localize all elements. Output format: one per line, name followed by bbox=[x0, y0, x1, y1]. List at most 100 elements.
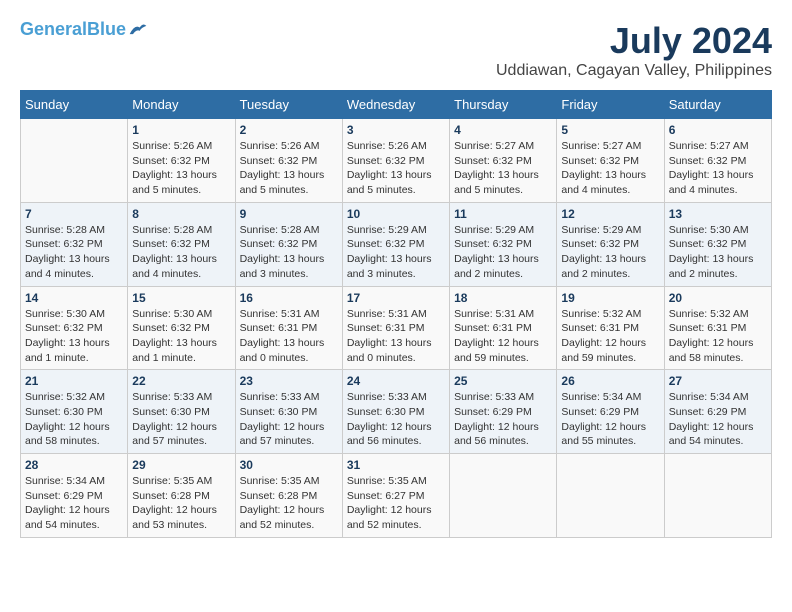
logo-text: GeneralBlue bbox=[20, 20, 126, 40]
calendar-cell: 21 Sunrise: 5:32 AMSunset: 6:30 PMDaylig… bbox=[21, 370, 128, 454]
main-title: July 2024 bbox=[496, 20, 772, 62]
day-info: Sunrise: 5:30 AMSunset: 6:32 PMDaylight:… bbox=[132, 307, 230, 366]
day-number: 19 bbox=[561, 291, 659, 305]
day-info: Sunrise: 5:35 AMSunset: 6:28 PMDaylight:… bbox=[132, 474, 230, 533]
day-number: 20 bbox=[669, 291, 767, 305]
day-number: 18 bbox=[454, 291, 552, 305]
calendar-cell bbox=[557, 454, 664, 538]
day-info: Sunrise: 5:26 AMSunset: 6:32 PMDaylight:… bbox=[347, 139, 445, 198]
week-row-2: 7 Sunrise: 5:28 AMSunset: 6:32 PMDayligh… bbox=[21, 202, 772, 286]
calendar-cell: 2 Sunrise: 5:26 AMSunset: 6:32 PMDayligh… bbox=[235, 119, 342, 203]
calendar-cell: 25 Sunrise: 5:33 AMSunset: 6:29 PMDaylig… bbox=[450, 370, 557, 454]
week-row-3: 14 Sunrise: 5:30 AMSunset: 6:32 PMDaylig… bbox=[21, 286, 772, 370]
day-number: 21 bbox=[25, 374, 123, 388]
day-info: Sunrise: 5:29 AMSunset: 6:32 PMDaylight:… bbox=[561, 223, 659, 282]
calendar-table: SundayMondayTuesdayWednesdayThursdayFrid… bbox=[20, 90, 772, 538]
day-info: Sunrise: 5:28 AMSunset: 6:32 PMDaylight:… bbox=[25, 223, 123, 282]
day-number: 28 bbox=[25, 458, 123, 472]
day-info: Sunrise: 5:29 AMSunset: 6:32 PMDaylight:… bbox=[347, 223, 445, 282]
day-info: Sunrise: 5:27 AMSunset: 6:32 PMDaylight:… bbox=[454, 139, 552, 198]
calendar-cell: 11 Sunrise: 5:29 AMSunset: 6:32 PMDaylig… bbox=[450, 202, 557, 286]
day-info: Sunrise: 5:35 AMSunset: 6:28 PMDaylight:… bbox=[240, 474, 338, 533]
day-number: 1 bbox=[132, 123, 230, 137]
day-info: Sunrise: 5:26 AMSunset: 6:32 PMDaylight:… bbox=[132, 139, 230, 198]
calendar-cell: 17 Sunrise: 5:31 AMSunset: 6:31 PMDaylig… bbox=[342, 286, 449, 370]
calendar-cell: 22 Sunrise: 5:33 AMSunset: 6:30 PMDaylig… bbox=[128, 370, 235, 454]
day-info: Sunrise: 5:34 AMSunset: 6:29 PMDaylight:… bbox=[25, 474, 123, 533]
day-info: Sunrise: 5:33 AMSunset: 6:30 PMDaylight:… bbox=[347, 390, 445, 449]
week-row-1: 1 Sunrise: 5:26 AMSunset: 6:32 PMDayligh… bbox=[21, 119, 772, 203]
day-info: Sunrise: 5:29 AMSunset: 6:32 PMDaylight:… bbox=[454, 223, 552, 282]
day-number: 24 bbox=[347, 374, 445, 388]
day-number: 13 bbox=[669, 207, 767, 221]
calendar-cell: 5 Sunrise: 5:27 AMSunset: 6:32 PMDayligh… bbox=[557, 119, 664, 203]
day-info: Sunrise: 5:31 AMSunset: 6:31 PMDaylight:… bbox=[240, 307, 338, 366]
day-info: Sunrise: 5:30 AMSunset: 6:32 PMDaylight:… bbox=[25, 307, 123, 366]
calendar-cell: 31 Sunrise: 5:35 AMSunset: 6:27 PMDaylig… bbox=[342, 454, 449, 538]
title-block: July 2024 Uddiawan, Cagayan Valley, Phil… bbox=[496, 20, 772, 80]
day-number: 23 bbox=[240, 374, 338, 388]
calendar-cell: 26 Sunrise: 5:34 AMSunset: 6:29 PMDaylig… bbox=[557, 370, 664, 454]
logo-bird-icon bbox=[128, 20, 148, 40]
day-info: Sunrise: 5:27 AMSunset: 6:32 PMDaylight:… bbox=[669, 139, 767, 198]
calendar-cell: 6 Sunrise: 5:27 AMSunset: 6:32 PMDayligh… bbox=[664, 119, 771, 203]
day-info: Sunrise: 5:31 AMSunset: 6:31 PMDaylight:… bbox=[347, 307, 445, 366]
calendar-cell: 10 Sunrise: 5:29 AMSunset: 6:32 PMDaylig… bbox=[342, 202, 449, 286]
calendar-cell: 19 Sunrise: 5:32 AMSunset: 6:31 PMDaylig… bbox=[557, 286, 664, 370]
day-info: Sunrise: 5:30 AMSunset: 6:32 PMDaylight:… bbox=[669, 223, 767, 282]
day-info: Sunrise: 5:31 AMSunset: 6:31 PMDaylight:… bbox=[454, 307, 552, 366]
day-number: 30 bbox=[240, 458, 338, 472]
day-info: Sunrise: 5:33 AMSunset: 6:30 PMDaylight:… bbox=[240, 390, 338, 449]
day-number: 7 bbox=[25, 207, 123, 221]
header-day-thursday: Thursday bbox=[450, 91, 557, 119]
day-number: 6 bbox=[669, 123, 767, 137]
header-day-sunday: Sunday bbox=[21, 91, 128, 119]
day-info: Sunrise: 5:34 AMSunset: 6:29 PMDaylight:… bbox=[669, 390, 767, 449]
day-info: Sunrise: 5:27 AMSunset: 6:32 PMDaylight:… bbox=[561, 139, 659, 198]
header-day-saturday: Saturday bbox=[664, 91, 771, 119]
day-info: Sunrise: 5:33 AMSunset: 6:29 PMDaylight:… bbox=[454, 390, 552, 449]
calendar-cell: 8 Sunrise: 5:28 AMSunset: 6:32 PMDayligh… bbox=[128, 202, 235, 286]
header-day-wednesday: Wednesday bbox=[342, 91, 449, 119]
day-info: Sunrise: 5:33 AMSunset: 6:30 PMDaylight:… bbox=[132, 390, 230, 449]
day-number: 15 bbox=[132, 291, 230, 305]
day-info: Sunrise: 5:32 AMSunset: 6:30 PMDaylight:… bbox=[25, 390, 123, 449]
calendar-cell: 15 Sunrise: 5:30 AMSunset: 6:32 PMDaylig… bbox=[128, 286, 235, 370]
day-info: Sunrise: 5:32 AMSunset: 6:31 PMDaylight:… bbox=[669, 307, 767, 366]
subtitle: Uddiawan, Cagayan Valley, Philippines bbox=[496, 62, 772, 80]
day-number: 8 bbox=[132, 207, 230, 221]
day-number: 5 bbox=[561, 123, 659, 137]
calendar-cell: 12 Sunrise: 5:29 AMSunset: 6:32 PMDaylig… bbox=[557, 202, 664, 286]
day-number: 4 bbox=[454, 123, 552, 137]
day-number: 16 bbox=[240, 291, 338, 305]
calendar-cell: 16 Sunrise: 5:31 AMSunset: 6:31 PMDaylig… bbox=[235, 286, 342, 370]
calendar-cell: 29 Sunrise: 5:35 AMSunset: 6:28 PMDaylig… bbox=[128, 454, 235, 538]
calendar-cell: 24 Sunrise: 5:33 AMSunset: 6:30 PMDaylig… bbox=[342, 370, 449, 454]
day-number: 29 bbox=[132, 458, 230, 472]
header-day-friday: Friday bbox=[557, 91, 664, 119]
day-number: 10 bbox=[347, 207, 445, 221]
calendar-cell bbox=[450, 454, 557, 538]
day-number: 12 bbox=[561, 207, 659, 221]
logo: GeneralBlue bbox=[20, 20, 148, 40]
header-row: SundayMondayTuesdayWednesdayThursdayFrid… bbox=[21, 91, 772, 119]
day-number: 22 bbox=[132, 374, 230, 388]
day-number: 26 bbox=[561, 374, 659, 388]
day-info: Sunrise: 5:28 AMSunset: 6:32 PMDaylight:… bbox=[132, 223, 230, 282]
calendar-cell: 13 Sunrise: 5:30 AMSunset: 6:32 PMDaylig… bbox=[664, 202, 771, 286]
calendar-cell: 4 Sunrise: 5:27 AMSunset: 6:32 PMDayligh… bbox=[450, 119, 557, 203]
day-number: 14 bbox=[25, 291, 123, 305]
day-number: 27 bbox=[669, 374, 767, 388]
day-number: 31 bbox=[347, 458, 445, 472]
day-number: 25 bbox=[454, 374, 552, 388]
day-number: 2 bbox=[240, 123, 338, 137]
day-number: 11 bbox=[454, 207, 552, 221]
day-info: Sunrise: 5:35 AMSunset: 6:27 PMDaylight:… bbox=[347, 474, 445, 533]
calendar-cell: 18 Sunrise: 5:31 AMSunset: 6:31 PMDaylig… bbox=[450, 286, 557, 370]
day-info: Sunrise: 5:32 AMSunset: 6:31 PMDaylight:… bbox=[561, 307, 659, 366]
page-header: GeneralBlue July 2024 Uddiawan, Cagayan … bbox=[20, 20, 772, 80]
calendar-cell bbox=[21, 119, 128, 203]
day-info: Sunrise: 5:26 AMSunset: 6:32 PMDaylight:… bbox=[240, 139, 338, 198]
calendar-cell: 14 Sunrise: 5:30 AMSunset: 6:32 PMDaylig… bbox=[21, 286, 128, 370]
calendar-cell: 9 Sunrise: 5:28 AMSunset: 6:32 PMDayligh… bbox=[235, 202, 342, 286]
